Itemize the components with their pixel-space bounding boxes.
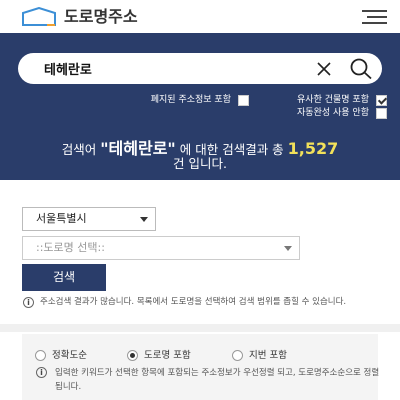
magnifier-icon[interactable] [349,58,373,80]
site-logo[interactable]: 도로명주소 [21,6,159,28]
sort-notice: 입력한 키워드가 선택한 항목에 포함되는 주소정보가 우선정렬 되고, 도로명… [55,368,380,392]
section-divider [0,324,400,332]
filter-notice: 주소검색 결과가 많습니다. 목록에서 도로명을 선택하여 검색 범위를 좁힐 … [40,297,347,307]
option-disable-autocomplete: 자동완성 사용 안함 [258,108,387,119]
option-label: 자동완성 사용 안함 [297,108,369,118]
close-icon[interactable] [316,61,332,77]
info-icon: i [36,367,47,378]
checkbox-disable-autocomplete[interactable] [376,108,387,119]
radio-lot-number[interactable] [232,350,243,361]
radio-label: 정확도순 [52,350,87,361]
option-label: 폐지된 주소정보 포함 [150,95,231,105]
search-input[interactable] [44,53,294,84]
radio-road-name[interactable] [127,350,138,361]
radio-label: 도로명 포함 [144,350,191,361]
option-similar-building: 유사한 건물명 포함 [258,95,387,106]
option-label: 유사한 건물명 포함 [297,95,369,105]
filter-search-button[interactable]: 검색 [22,264,106,291]
road-name-placeholder: ::도로명 선택:: [36,241,105,254]
radio-label: 지번 포함 [249,350,287,361]
checkbox-similar-building[interactable] [376,95,387,106]
house-outline-icon [22,7,56,26]
chevron-down-icon [140,217,148,222]
info-icon: i [23,297,34,308]
radio-accuracy[interactable] [35,350,46,361]
sort-option-lot-number[interactable]: 지번 포함 [232,350,312,362]
result-suffix: 건 입니다. [173,156,227,171]
hamburger-menu-icon[interactable] [362,10,387,26]
logo-text: 도로명주소 [64,7,138,26]
app-header: 도로명주소 [0,0,400,33]
option-include-abolished: 폐지된 주소정보 포함 [110,95,249,106]
search-box [18,53,382,84]
road-name-select[interactable]: ::도로명 선택:: [22,236,300,260]
chevron-down-icon [284,246,292,251]
sort-option-accuracy[interactable]: 정확도순 [35,350,105,362]
region-select[interactable]: 서울특별시 [22,207,156,231]
checkbox-include-abolished[interactable] [238,95,249,106]
sort-option-road-name[interactable]: 도로명 포함 [127,350,217,362]
region-select-value: 서울특별시 [36,212,87,225]
